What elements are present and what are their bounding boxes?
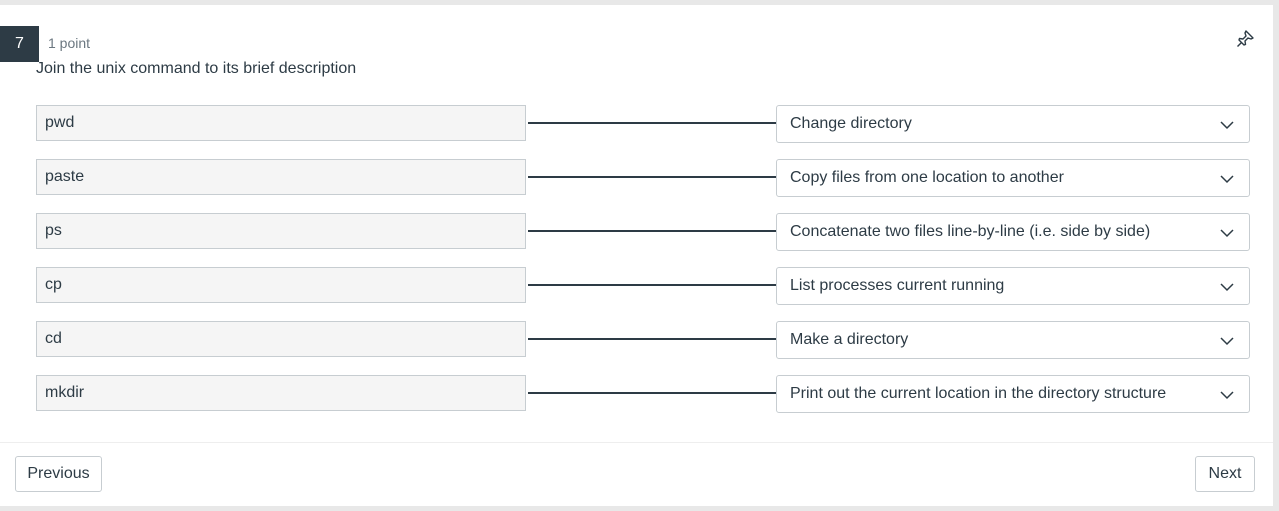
chevron-down-icon xyxy=(1220,175,1234,184)
match-term: mkdir xyxy=(36,375,526,411)
question-card: 7 1 point Join the unix command to its b… xyxy=(0,5,1273,506)
answer-select[interactable]: Change directory xyxy=(776,105,1250,143)
pushpin-icon[interactable] xyxy=(1235,29,1255,49)
answer-select-value: Concatenate two files line-by-line (i.e.… xyxy=(790,223,1151,240)
connector-line xyxy=(528,176,776,178)
answer-select[interactable]: List processes current running xyxy=(776,267,1250,305)
connector-line xyxy=(528,122,776,124)
next-button[interactable]: Next xyxy=(1195,456,1255,492)
connector-line xyxy=(528,284,776,286)
chevron-down-icon xyxy=(1220,391,1234,400)
question-points: 1 point xyxy=(48,35,91,51)
answer-select[interactable]: Copy files from one location to another xyxy=(776,159,1250,197)
question-number: 7 xyxy=(0,26,39,62)
match-row: cd Make a directory xyxy=(0,321,1273,359)
chevron-down-icon xyxy=(1220,337,1234,346)
answer-select[interactable]: Print out the current location in the di… xyxy=(776,375,1250,413)
answer-select-value: Make a directory xyxy=(790,331,909,348)
footer-divider xyxy=(0,442,1273,443)
answer-select-value: Change directory xyxy=(790,115,912,132)
answer-select[interactable]: Concatenate two files line-by-line (i.e.… xyxy=(776,213,1250,251)
answer-select-value: Print out the current location in the di… xyxy=(790,385,1167,402)
connector-line xyxy=(528,338,776,340)
match-term: pwd xyxy=(36,105,526,141)
previous-button[interactable]: Previous xyxy=(15,456,102,492)
match-term: ps xyxy=(36,213,526,249)
answer-select-value: Copy files from one location to another xyxy=(790,169,1064,186)
match-term: cd xyxy=(36,321,526,357)
connector-line xyxy=(528,392,776,394)
chevron-down-icon xyxy=(1220,121,1234,130)
chevron-down-icon xyxy=(1220,283,1234,292)
match-row: pwd Change directory xyxy=(0,105,1273,143)
match-row: ps Concatenate two files line-by-line (i… xyxy=(0,213,1273,251)
match-term: cp xyxy=(36,267,526,303)
chevron-down-icon xyxy=(1220,229,1234,238)
connector-line xyxy=(528,230,776,232)
answer-select[interactable]: Make a directory xyxy=(776,321,1250,359)
match-row: mkdir Print out the current location in … xyxy=(0,375,1273,413)
question-text: Join the unix command to its brief descr… xyxy=(36,60,357,77)
match-row: paste Copy files from one location to an… xyxy=(0,159,1273,197)
match-term: paste xyxy=(36,159,526,195)
answer-select-value: List processes current running xyxy=(790,277,1005,294)
match-row: cp List processes current running xyxy=(0,267,1273,305)
